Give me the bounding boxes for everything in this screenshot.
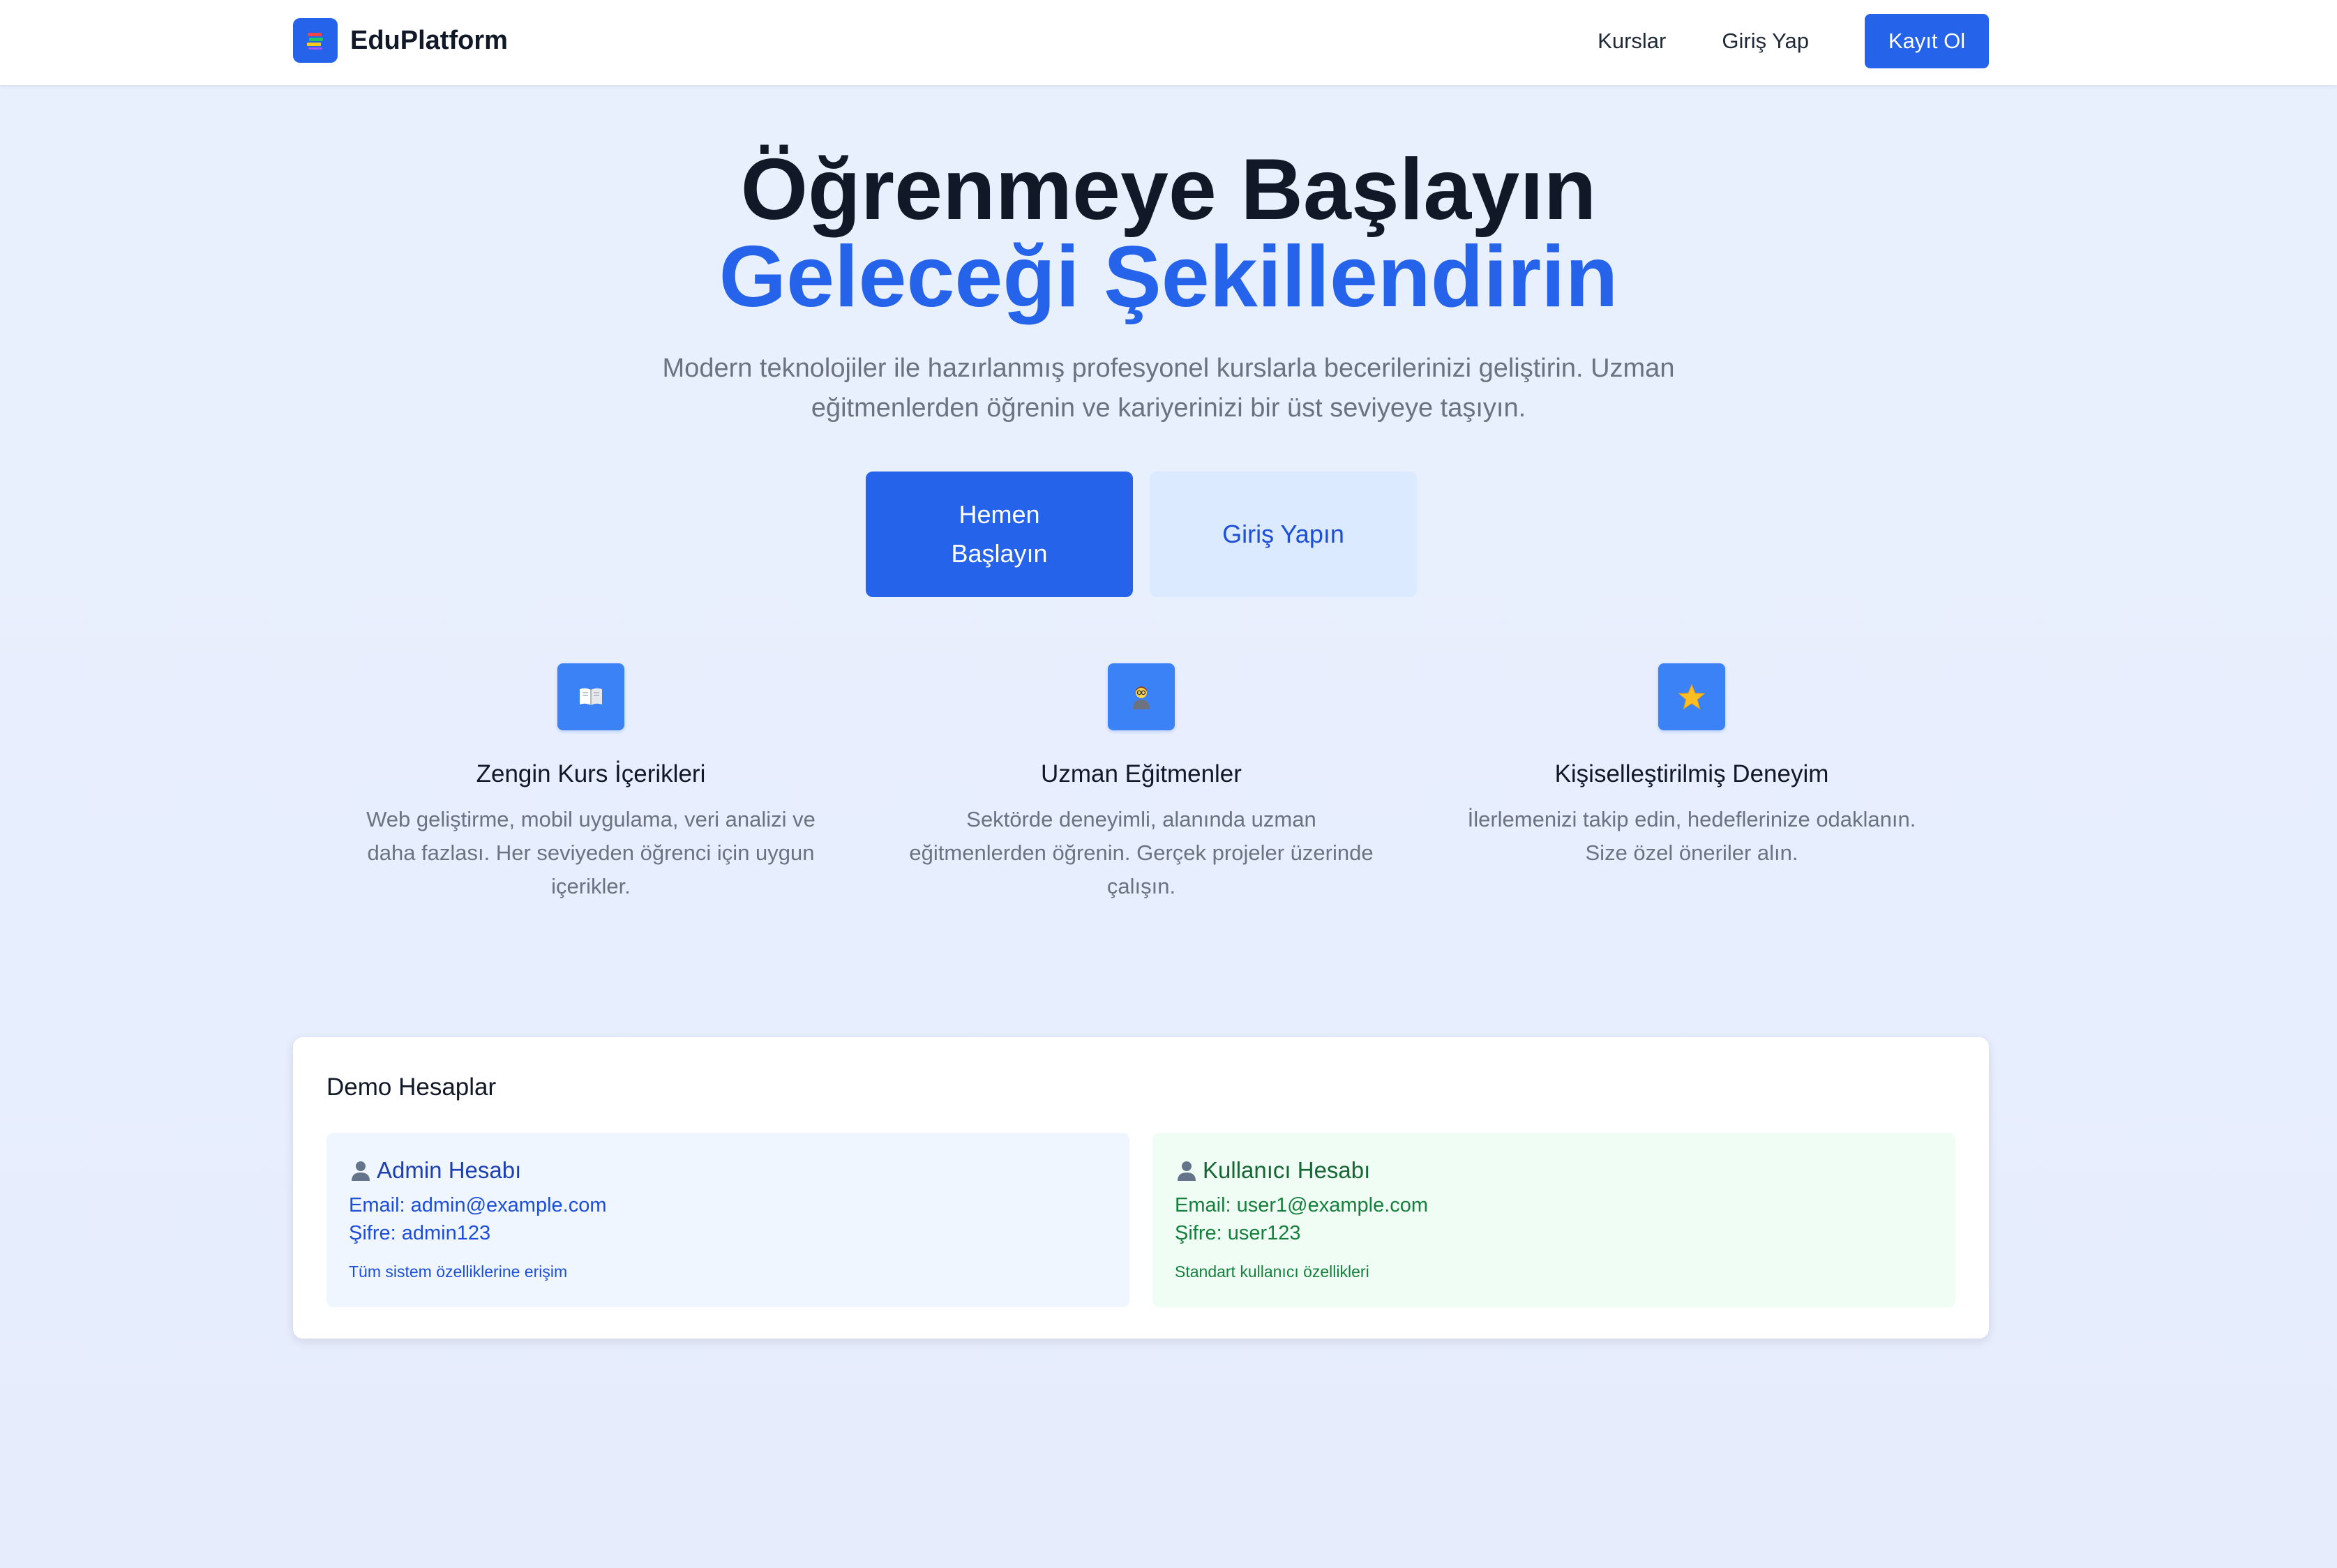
feature-rich-content: Zengin Kurs İçerikleri Web geliştirme, m… <box>347 663 835 903</box>
user-account-title: Kullanıcı Hesabı <box>1203 1157 1371 1183</box>
feature-description: Sektörde deneyimli, alanında uzman eğitm… <box>909 807 1374 898</box>
feature-description: İlerlemenizi takip edin, hedeflerinize o… <box>1467 807 1916 865</box>
person-icon <box>1178 1161 1196 1181</box>
feature-title: Kişiselleştirilmiş Deneyim <box>1554 760 1829 787</box>
admin-password: Şifre: admin123 <box>349 1222 491 1244</box>
feature-title: Uzman Eğitmenler <box>1041 760 1242 787</box>
nav-courses-link[interactable]: Kurslar <box>1598 29 1666 54</box>
get-started-label: Hemen Başlayın <box>951 500 1048 568</box>
user-note: Standart kullanıcı özellikleri <box>1175 1262 1369 1281</box>
hero-title: Öğrenmeye Başlayın <box>740 142 1597 238</box>
book-icon <box>557 663 624 730</box>
admin-email: Email: admin@example.com <box>349 1194 607 1216</box>
admin-account-title: Admin Hesabı <box>377 1157 522 1183</box>
nav-menu: Kurslar Giriş Yap Kayıt Ol <box>1598 14 1989 68</box>
brand-name: EduPlatform <box>350 25 508 55</box>
admin-note: Tüm sistem özelliklerine erişim <box>349 1262 568 1281</box>
books-icon <box>293 18 338 63</box>
hero-title-accent: Geleceği Şekillendirin <box>719 229 1618 325</box>
get-started-button[interactable]: Hemen Başlayın <box>866 472 1133 597</box>
top-navbar: EduPlatform Kurslar Giriş Yap Kayıt Ol <box>0 0 2337 85</box>
demo-accounts-title: Demo Hesaplar <box>326 1073 497 1101</box>
feature-personalized: Kişiselleştirilmiş Deneyim İlerlemenizi … <box>1448 663 1936 870</box>
nav-register-button[interactable]: Kayıt Ol <box>1865 14 1989 68</box>
user-account-heading: Kullanıcı Hesabı <box>1175 1155 1933 1186</box>
nav-login-link[interactable]: Giriş Yap <box>1722 29 1809 54</box>
feature-description: Web geliştirme, mobil uygulama, veri ana… <box>366 807 816 898</box>
feature-expert-instructors: Uzman Eğitmenler Sektörde deneyimli, ala… <box>897 663 1385 903</box>
user-password: Şifre: user123 <box>1175 1222 1301 1244</box>
star-icon <box>1658 663 1725 730</box>
teacher-icon <box>1108 663 1175 730</box>
hero-subtitle: Modern teknolojiler ile hazırlanmış prof… <box>662 354 1675 423</box>
person-icon <box>352 1161 370 1181</box>
demo-accounts-card: Demo Hesaplar Admin Hesabı Email: admin@… <box>293 1037 1989 1339</box>
user-demo-account[interactable]: Kullanıcı Hesabı Email: user1@example.co… <box>1152 1133 1955 1307</box>
hero-login-button[interactable]: Giriş Yapın <box>1150 472 1417 597</box>
brand[interactable]: EduPlatform <box>293 18 508 63</box>
feature-title: Zengin Kurs İçerikleri <box>476 760 706 787</box>
user-email: Email: user1@example.com <box>1175 1194 1429 1216</box>
admin-demo-account[interactable]: Admin Hesabı Email: admin@example.com Şi… <box>326 1133 1129 1307</box>
admin-account-heading: Admin Hesabı <box>349 1155 1107 1186</box>
